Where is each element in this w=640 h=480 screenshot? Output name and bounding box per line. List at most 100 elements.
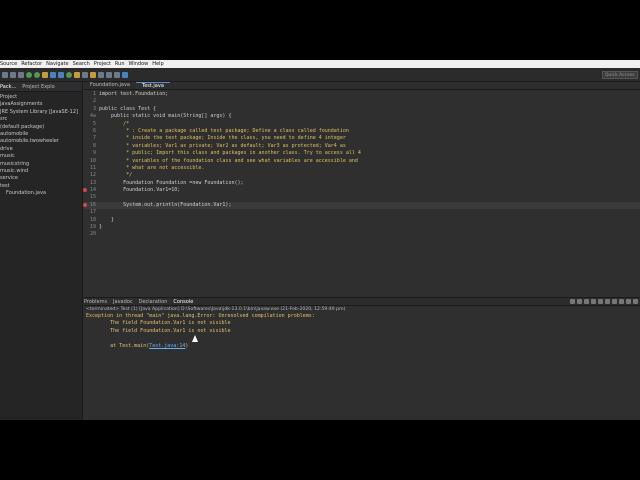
code-line[interactable]: 8 * variables; Var1 as private; Var2 as … (84, 143, 640, 150)
tab-test-java[interactable]: Test.java (135, 82, 170, 89)
new-java-project-icon[interactable] (50, 71, 56, 78)
tree-item[interactable]: drive (0, 146, 82, 153)
tab-package-explorer[interactable]: Pack... (0, 84, 16, 90)
tree-item[interactable]: test (0, 183, 82, 190)
next-annotation-icon[interactable] (98, 71, 104, 78)
menu-help[interactable]: Help (152, 61, 163, 67)
line-number: 19 (89, 224, 96, 231)
console-panel: Problems Javadoc Declaration Console <te… (84, 297, 640, 420)
toolbar: Quick Access (0, 68, 640, 82)
tree-item[interactable]: (default package) (0, 124, 82, 131)
tree-item[interactable]: musicstring (0, 161, 82, 168)
annotation-icon[interactable] (90, 71, 96, 78)
code-line[interactable]: 17 (84, 209, 640, 216)
line-number: 3 (92, 105, 96, 112)
letterbox-bottom (0, 420, 640, 480)
menu-navigate[interactable]: Navigate (46, 61, 68, 67)
quick-access-input[interactable]: Quick Access (602, 71, 638, 79)
code-line[interactable]: 15 (84, 194, 640, 201)
line-number: 2 (92, 98, 96, 105)
line-number: 15 (89, 194, 96, 201)
tab-console[interactable]: Console (173, 299, 193, 305)
line-text: * variables of the foundation class and … (99, 157, 358, 164)
code-line[interactable]: 13 Foundation Foundation =new Foundation… (84, 180, 640, 187)
tree-item[interactable]: automobile.twowheeler (0, 138, 82, 145)
clear-console-icon[interactable] (584, 299, 589, 304)
code-line[interactable]: 6 * : Create a package called test packa… (84, 128, 640, 135)
tree-item[interactable]: service (0, 175, 82, 182)
code-line[interactable]: 19} (84, 224, 640, 231)
line-number: 17 (89, 209, 96, 216)
line-text: * what are not accessible. (99, 164, 205, 171)
new-class-icon[interactable] (66, 71, 72, 78)
tab-project-explorer[interactable]: Project Explo (22, 84, 54, 90)
code-line[interactable]: 16 System.out.println(Foundation.Var1); (83, 201, 640, 210)
code-line[interactable]: 10 * variables of the foundation class a… (84, 158, 640, 165)
code-line[interactable]: 2 (84, 98, 640, 105)
new-file-icon[interactable] (2, 71, 8, 78)
run-icon[interactable] (34, 71, 40, 78)
code-line[interactable]: 20 (84, 231, 640, 238)
code-line[interactable]: 9 * public; Import this class and packag… (84, 150, 640, 157)
remove-launch-icon[interactable] (577, 299, 582, 304)
word-wrap-icon[interactable] (598, 299, 603, 304)
forward-icon[interactable] (114, 71, 120, 78)
tree-item[interactable]: Foundation.java (0, 190, 82, 197)
tree-item[interactable]: javaAssignments (0, 101, 82, 108)
tree-item[interactable]: music.wind (0, 168, 82, 175)
code-line[interactable]: 5 /* (84, 121, 640, 128)
tab-javadoc[interactable]: Javadoc (113, 299, 133, 305)
console-status: <terminated> Test (1) [Java Application]… (86, 307, 346, 312)
save-all-icon[interactable] (18, 71, 24, 78)
line-text: * : Create a package called test package… (99, 127, 349, 134)
menu-bar: Source Refactor Navigate Search Project … (0, 60, 640, 68)
mouse-cursor-icon (192, 335, 198, 342)
project-tree: Project javaAssignments JRE System Libra… (0, 92, 82, 197)
stack-trace-link[interactable]: Test.java:14 (149, 343, 185, 349)
line-number: 5 (92, 120, 96, 127)
menu-refactor[interactable]: Refactor (21, 61, 42, 67)
minimize-icon[interactable] (626, 299, 631, 304)
code-line[interactable]: 1 import test.Foundation; (84, 91, 640, 98)
maximize-icon[interactable] (633, 299, 638, 304)
terminate-icon[interactable] (570, 299, 575, 304)
package-explorer: Pack... Project Explo Project javaAssign… (0, 82, 83, 420)
tree-item[interactable]: automobile (0, 131, 82, 138)
tree-item[interactable]: JRE System Library [JavaSE-12] (0, 109, 82, 116)
tab-problems[interactable]: Problems (84, 299, 107, 305)
editor-tabs: Foundation.java Test.java (84, 82, 640, 90)
menu-project[interactable]: Project (94, 61, 111, 67)
tree-item[interactable]: music (0, 153, 82, 160)
code-line[interactable]: 18 } (84, 217, 640, 224)
new-package-icon[interactable] (58, 71, 64, 78)
code-line[interactable]: 3 public class Test { (84, 106, 640, 113)
code-line[interactable]: 12 */ (84, 172, 640, 179)
code-line[interactable]: 7 * inside the test package; Inside the … (84, 135, 640, 142)
menu-source[interactable]: Source (0, 61, 17, 67)
search-icon[interactable] (82, 71, 88, 78)
tab-foundation-java[interactable]: Foundation.java (84, 82, 136, 89)
menu-search[interactable]: Search (73, 61, 90, 67)
menu-window[interactable]: Window (129, 61, 149, 67)
tab-declaration[interactable]: Declaration (139, 299, 168, 305)
display-console-icon[interactable] (612, 299, 617, 304)
pin-console-icon[interactable] (605, 299, 610, 304)
open-console-icon[interactable] (619, 299, 624, 304)
code-area[interactable]: 1 import test.Foundation; 2 3 public class T… (83, 91, 640, 239)
scroll-lock-icon[interactable] (591, 299, 596, 304)
debug-icon[interactable] (26, 71, 32, 78)
code-line[interactable]: 14 Foundation.Var1=10; (83, 187, 640, 194)
line-number: 9 (92, 150, 96, 157)
line-number: 7 (92, 135, 96, 142)
external-tools-icon[interactable] (42, 71, 48, 78)
pin-icon[interactable] (122, 71, 128, 78)
line-number: 14 (89, 187, 96, 194)
save-icon[interactable] (10, 71, 16, 78)
tree-item[interactable]: src (0, 116, 82, 123)
back-icon[interactable] (106, 71, 112, 78)
tree-item[interactable]: Project (0, 94, 82, 101)
code-line[interactable]: 11 * what are not accessible. (84, 165, 640, 172)
open-type-icon[interactable] (74, 71, 80, 78)
code-line[interactable]: 4⊖ public static void main(String[] args… (84, 113, 640, 120)
menu-run[interactable]: Run (115, 61, 125, 67)
